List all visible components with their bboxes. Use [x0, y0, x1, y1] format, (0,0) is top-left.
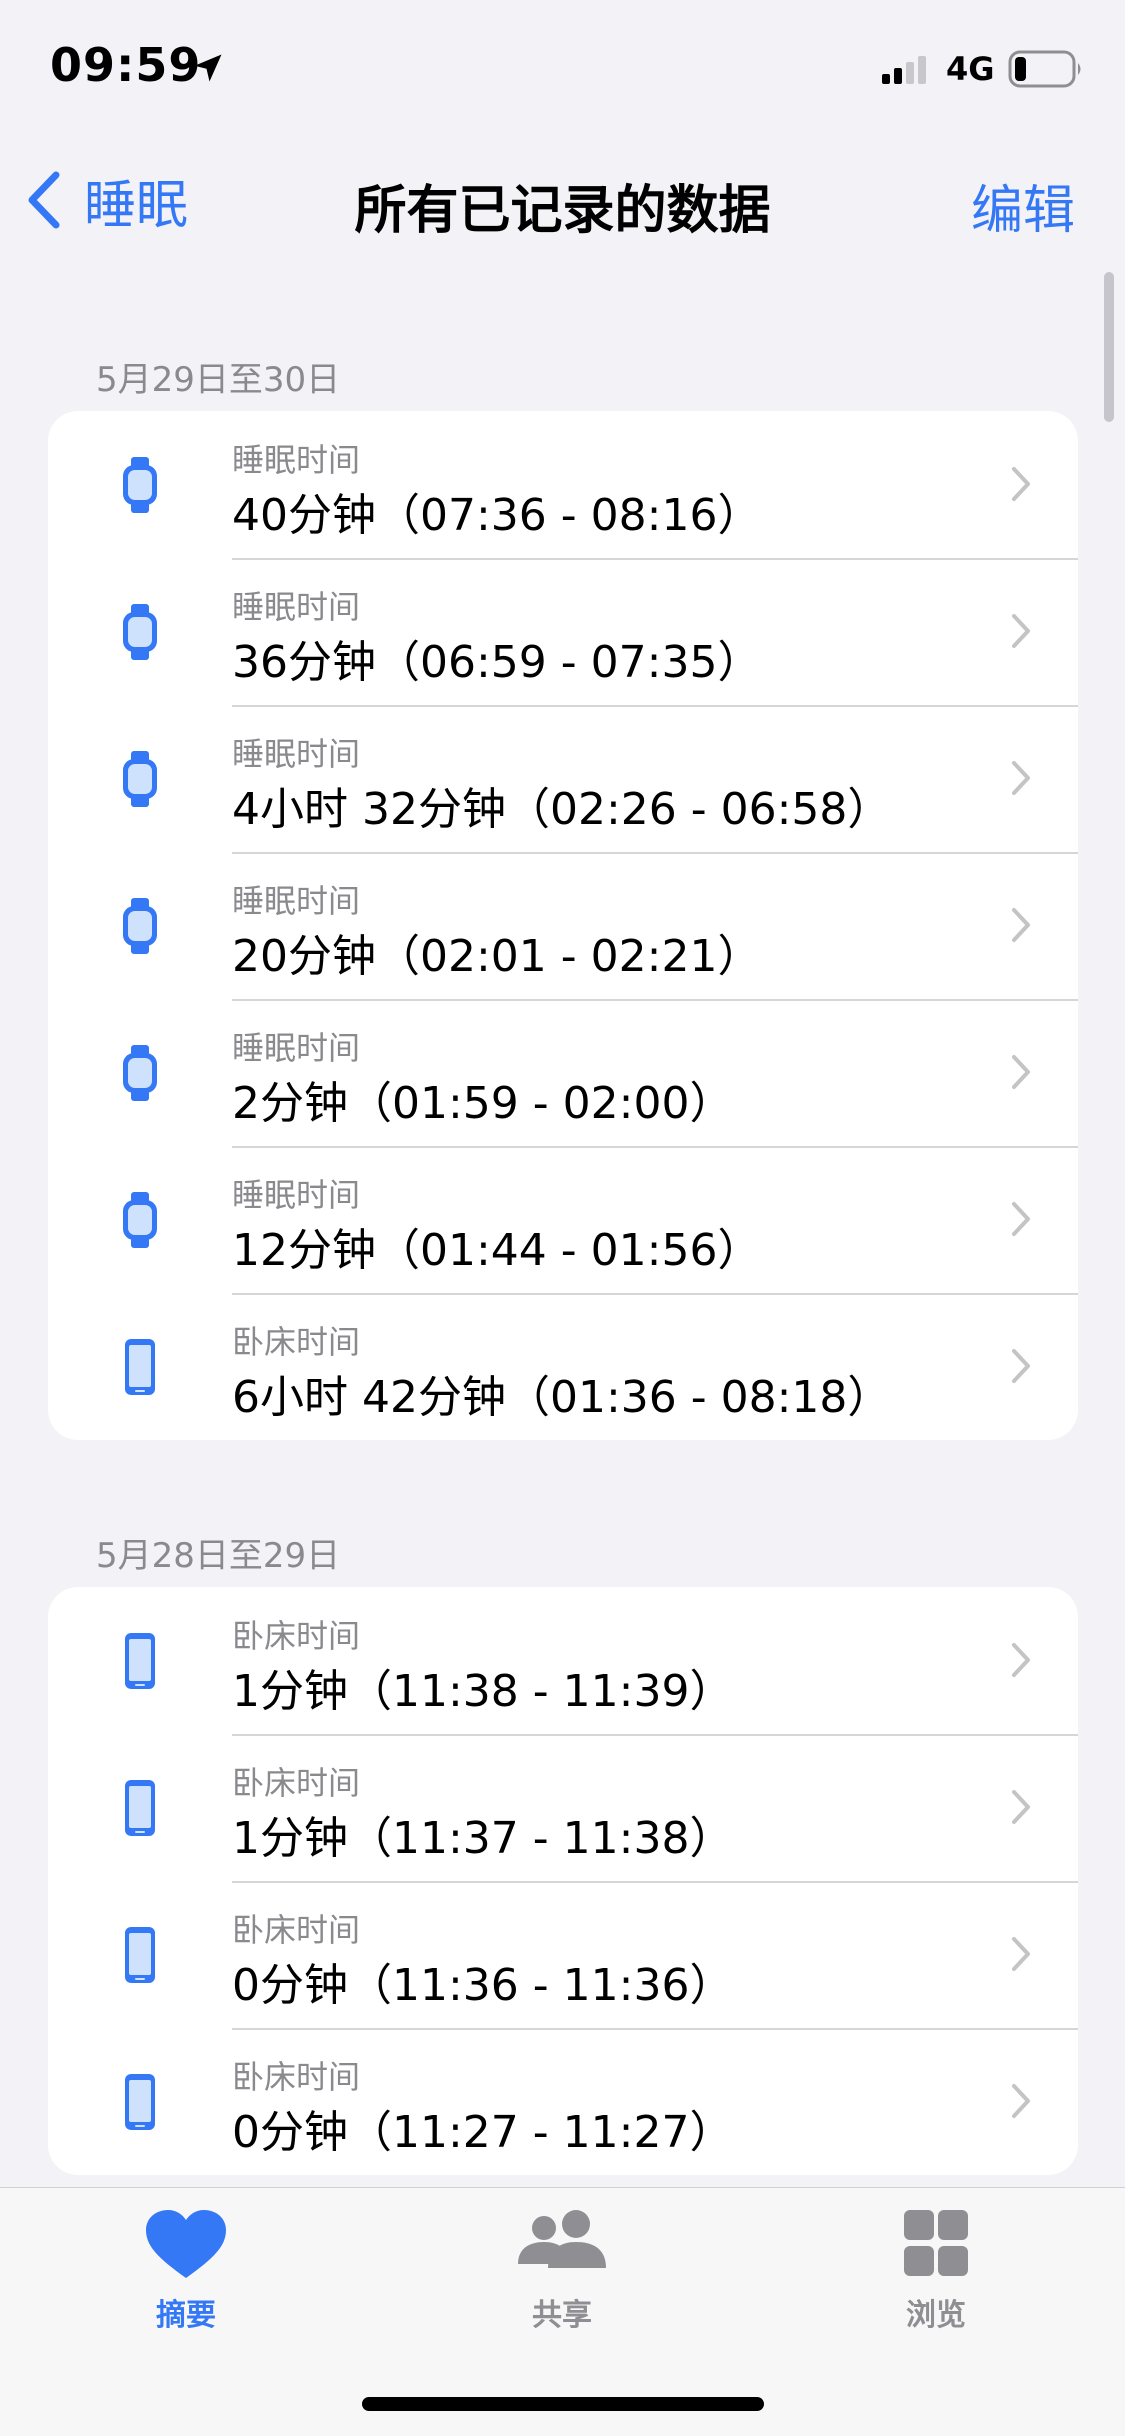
people-icon	[518, 2210, 606, 2268]
chevron-right-icon	[1010, 906, 1032, 944]
phone-icon	[120, 1778, 160, 1838]
chevron-right-icon	[1010, 1200, 1032, 1238]
phone-icon	[120, 1631, 160, 1691]
phone-icon	[120, 2072, 160, 2132]
tab-label: 摘要	[156, 2298, 216, 2333]
grid-icon	[904, 2210, 968, 2276]
heart-icon	[146, 2210, 226, 2278]
record-row[interactable]: 睡眠时间 4小时 32分钟（02:26 - 06:58）	[48, 705, 1078, 852]
record-duration: 6小时 42分钟（01:36 - 08:18）	[232, 1372, 892, 1423]
watch-icon	[120, 1043, 160, 1103]
record-category: 睡眠时间	[232, 882, 361, 920]
record-duration: 4小时 32分钟（02:26 - 06:58）	[232, 784, 892, 835]
record-row[interactable]: 睡眠时间 36分钟（06:59 - 07:35）	[48, 558, 1078, 705]
phone-icon	[120, 1925, 160, 1985]
record-duration: 1分钟（11:37 - 11:38）	[232, 1813, 734, 1864]
watch-icon	[120, 896, 160, 956]
watch-icon	[120, 602, 160, 662]
record-category: 卧床时间	[232, 1911, 361, 1949]
record-duration: 2分钟（01:59 - 02:00）	[232, 1078, 734, 1129]
record-row[interactable]: 卧床时间 6小时 42分钟（01:36 - 08:18）	[48, 1293, 1078, 1440]
record-category: 卧床时间	[232, 1323, 361, 1361]
phone-icon	[120, 1337, 160, 1397]
back-button[interactable]: 睡眠	[24, 160, 188, 240]
tab-browse[interactable]: 浏览	[836, 2208, 1036, 2348]
signal-icon	[882, 56, 926, 84]
edit-button[interactable]: 编辑	[971, 168, 1075, 243]
record-group: 睡眠时间 40分钟（07:36 - 08:16） 睡眠时间 36分钟（06:59 - …	[48, 411, 1078, 1440]
record-category: 睡眠时间	[232, 441, 361, 479]
section-header: 5月29日至30日	[96, 360, 341, 400]
record-duration: 0分钟（11:27 - 11:27）	[232, 2107, 734, 2158]
tab-label: 共享	[532, 2298, 592, 2333]
chevron-right-icon	[1010, 2082, 1032, 2120]
record-row[interactable]: 睡眠时间 12分钟（01:44 - 01:56）	[48, 1146, 1078, 1293]
tab-sharing[interactable]: 共享	[462, 2208, 662, 2348]
record-duration: 40分钟（07:36 - 08:16）	[232, 490, 762, 541]
watch-icon	[120, 749, 160, 809]
battery-icon	[1008, 50, 1081, 88]
chevron-right-icon	[1010, 1935, 1032, 1973]
record-category: 睡眠时间	[232, 588, 361, 626]
record-row[interactable]: 睡眠时间 40分钟（07:36 - 08:16）	[48, 411, 1078, 558]
status-bar: 09:59 4G	[0, 0, 1125, 140]
chevron-right-icon	[1010, 759, 1032, 797]
status-time: 09:59	[50, 38, 202, 92]
watch-icon	[120, 455, 160, 515]
record-category: 睡眠时间	[232, 1029, 361, 1067]
record-duration: 0分钟（11:36 - 11:36）	[232, 1960, 734, 2011]
record-category: 卧床时间	[232, 1617, 361, 1655]
record-row[interactable]: 卧床时间 0分钟（11:36 - 11:36）	[48, 1881, 1078, 2028]
tab-label: 浏览	[906, 2298, 966, 2333]
chevron-right-icon	[1010, 465, 1032, 503]
record-group: 卧床时间 1分钟（11:38 - 11:39） 卧床时间 1分钟（11:37 - 11…	[48, 1587, 1078, 2175]
chevron-right-icon	[1010, 1641, 1032, 1679]
record-duration: 12分钟（01:44 - 01:56）	[232, 1225, 762, 1276]
tab-bar: 摘要 共享 浏览	[0, 2187, 1125, 2436]
location-arrow-icon	[194, 54, 222, 82]
record-category: 卧床时间	[232, 2058, 361, 2096]
record-category: 睡眠时间	[232, 735, 361, 773]
record-row[interactable]: 卧床时间 0分钟（11:27 - 11:27）	[48, 2028, 1078, 2175]
record-category: 卧床时间	[232, 1764, 361, 1802]
record-row[interactable]: 卧床时间 1分钟（11:38 - 11:39）	[48, 1587, 1078, 1734]
scroll-indicator[interactable]	[1104, 272, 1114, 422]
record-row[interactable]: 睡眠时间 2分钟（01:59 - 02:00）	[48, 999, 1078, 1146]
record-duration: 36分钟（06:59 - 07:35）	[232, 637, 762, 688]
record-category: 睡眠时间	[232, 1176, 361, 1214]
section-header: 5月28日至29日	[96, 1536, 341, 1576]
watch-icon	[120, 1190, 160, 1250]
navigation-bar: 睡眠 所有已记录的数据 编辑	[0, 140, 1125, 260]
home-indicator[interactable]	[362, 2397, 764, 2411]
chevron-right-icon	[1010, 1788, 1032, 1826]
chevron-right-icon	[1010, 612, 1032, 650]
record-row[interactable]: 睡眠时间 20分钟（02:01 - 02:21）	[48, 852, 1078, 999]
record-duration: 20分钟（02:01 - 02:21）	[232, 931, 762, 982]
chevron-right-icon	[1010, 1347, 1032, 1385]
network-label: 4G	[946, 50, 995, 88]
back-label: 睡眠	[84, 175, 189, 236]
chevron-right-icon	[1010, 1053, 1032, 1091]
tab-summary[interactable]: 摘要	[86, 2208, 286, 2348]
record-duration: 1分钟（11:38 - 11:39）	[232, 1666, 734, 1717]
chevron-left-icon	[28, 171, 60, 229]
record-row[interactable]: 卧床时间 1分钟（11:37 - 11:38）	[48, 1734, 1078, 1881]
